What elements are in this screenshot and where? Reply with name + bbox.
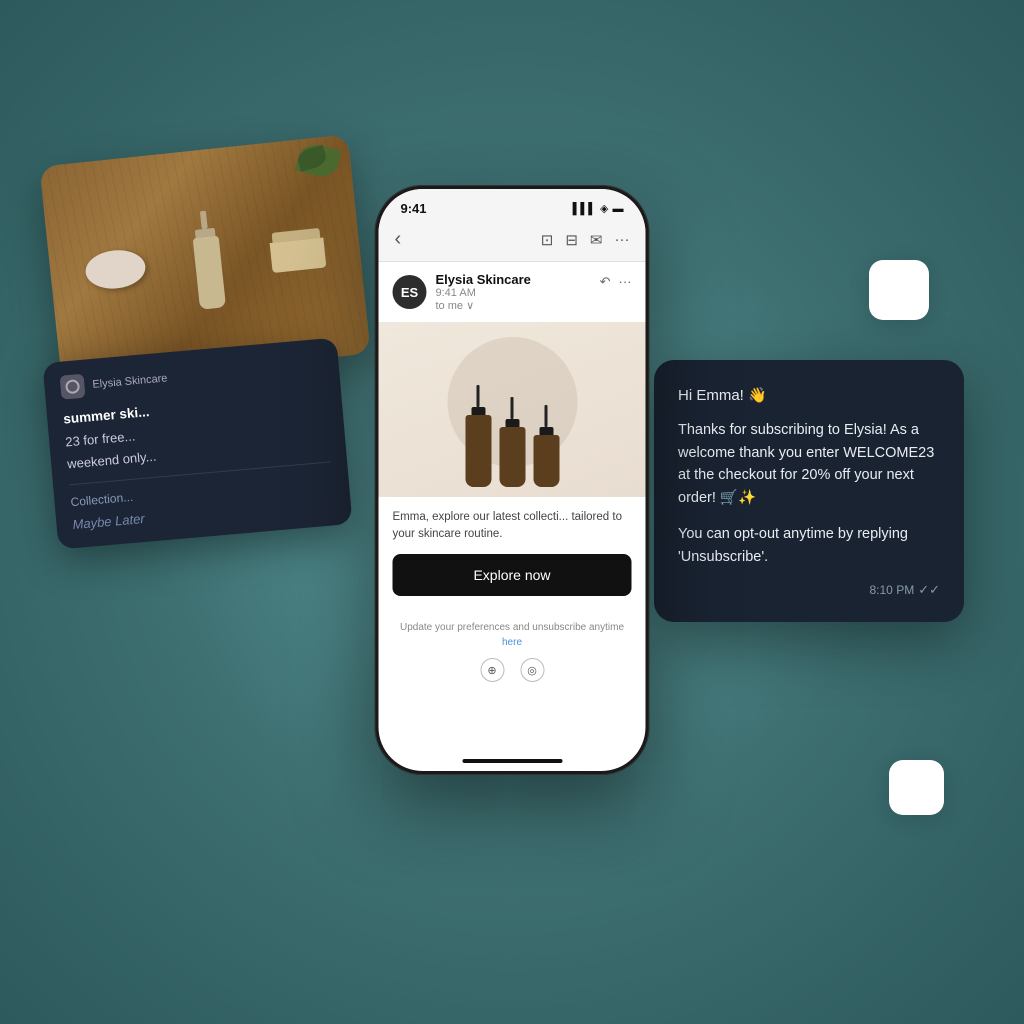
status-time: 9:41 [401,201,427,216]
unsubscribe-link[interactable]: here [502,637,522,648]
explore-now-button[interactable]: Explore now [393,554,632,596]
serum-bottles [465,385,559,487]
email-footer: Update your preferences and unsubscribe … [379,620,646,694]
sender-avatar: ES [393,275,427,309]
sms-read-receipts: ✓✓ [918,582,940,598]
more-icon[interactable]: ··· [615,231,630,248]
decorative-square-bottom [889,760,944,815]
phone-screen: 9:41 ▌▌▌ ◈ ▬ ‹ ⊡ ⊟ ✉ ··· [379,189,646,771]
wifi-icon: ◈ [600,202,608,215]
sender-name: Elysia Skincare [436,272,531,287]
email-product-image [379,322,646,497]
email-right-icons: ↶ ··· [600,274,632,290]
spray-bottle-decoration [190,210,226,310]
scene: Elysia Skincare summer ski... 23 for fre… [0,0,1024,1024]
sms-timestamp: 8:10 PM [870,583,915,597]
sms-greeting: Hi Emma! 👋 [678,384,940,407]
social-icons-row: ⊕ ◎ [393,658,632,682]
serum-bottle-3 [533,405,559,487]
whatsapp-icon[interactable]: ⊕ [480,658,504,682]
sender-left: ES Elysia Skincare 9:41 AM to me ∨ [393,272,531,312]
serum-bottle-2 [499,397,525,487]
push-app-label: Elysia Skincare [92,372,168,391]
reply-icon[interactable]: ↶ [600,274,611,290]
mail-icon[interactable]: ✉ [590,231,603,249]
home-indicator [462,759,562,763]
email-sender-row: ES Elysia Skincare 9:41 AM to me ∨ ↶ ··· [379,262,646,322]
push-app-icon [60,374,86,400]
status-icons: ▌▌▌ ◈ ▬ [573,202,624,215]
email-toolbar: ⊡ ⊟ ✉ ··· [541,231,630,249]
email-body: Emma, explore our latest collecti... tai… [379,322,646,694]
decorative-square-top [869,260,929,320]
status-bar: 9:41 ▌▌▌ ◈ ▬ [379,189,646,222]
phone-mockup: 9:41 ▌▌▌ ◈ ▬ ‹ ⊡ ⊟ ✉ ··· [375,185,650,775]
sms-card: Hi Emma! 👋 Thanks for subscribing to Ely… [654,360,964,622]
signal-icon: ▌▌▌ [573,203,596,215]
stone-decoration [84,247,148,291]
serum-bottle-1 [465,385,491,487]
push-notification-card: Elysia Skincare summer ski... 23 for fre… [42,338,352,550]
cream-jar-decoration [269,228,327,273]
footer-text: Update your preferences and unsubscribe … [393,620,632,650]
instagram-icon[interactable]: ◎ [520,658,544,682]
battery-icon: ▬ [613,203,624,215]
archive-icon[interactable]: ⊡ [541,231,554,249]
more-options-icon[interactable]: ··· [619,274,632,290]
email-nav-bar: ‹ ⊡ ⊟ ✉ ··· [379,222,646,262]
sender-to: to me ∨ [436,299,531,312]
sms-opt-out: You can opt-out anytime by replying 'Uns… [678,523,940,568]
email-description: Emma, explore our latest collecti... tai… [393,509,632,542]
sender-info: Elysia Skincare 9:41 AM to me ∨ [436,272,531,312]
trash-icon[interactable]: ⊟ [565,231,578,249]
back-button[interactable]: ‹ [395,228,402,251]
email-text-section: Emma, explore our latest collecti... tai… [379,497,646,620]
sms-time-row: 8:10 PM ✓✓ [678,582,940,598]
sender-time: 9:41 AM [436,287,476,299]
sms-body: Thanks for subscribing to Elysia! As a w… [678,419,940,509]
